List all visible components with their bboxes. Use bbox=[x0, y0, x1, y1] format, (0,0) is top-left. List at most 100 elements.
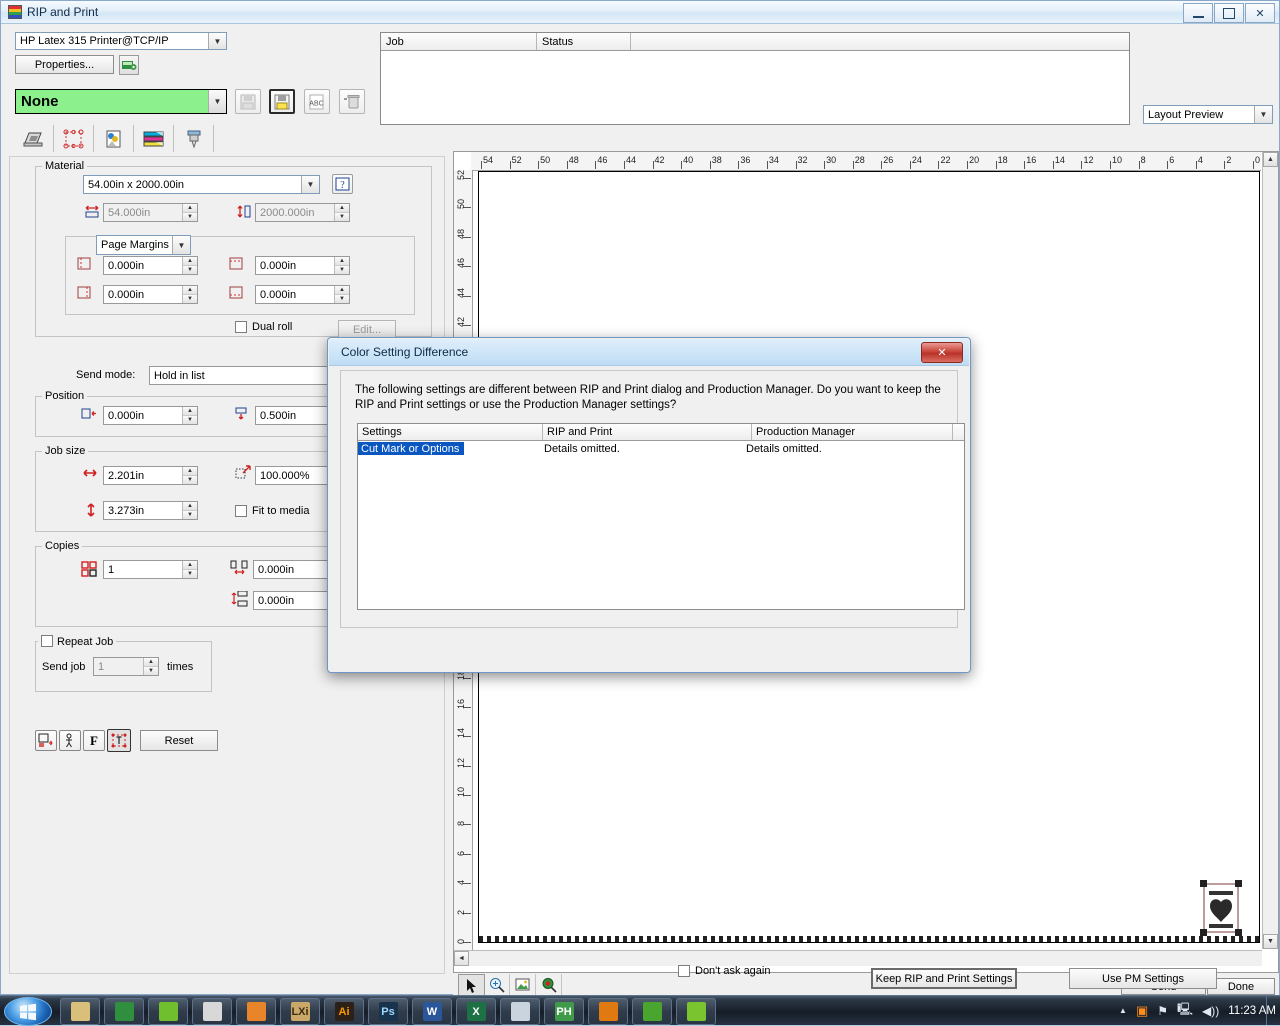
done-button[interactable]: Done bbox=[1207, 978, 1275, 995]
column-status[interactable]: Status bbox=[537, 33, 631, 50]
show-desktop-button[interactable] bbox=[1266, 996, 1276, 1025]
repeat-job-checkbox[interactable] bbox=[41, 635, 53, 647]
job-width-field[interactable]: 2.201in ▲ ▼ bbox=[103, 466, 198, 485]
media-width-field[interactable]: 54.000in ▲ ▼ bbox=[103, 203, 198, 222]
margin-right-stepper[interactable]: ▲ ▼ bbox=[182, 286, 197, 303]
font-tool-icon[interactable]: F bbox=[83, 730, 105, 751]
chevron-down-icon[interactable]: ▼ bbox=[172, 236, 190, 254]
column-rip-and-print[interactable]: RIP and Print bbox=[543, 424, 752, 440]
restore-button[interactable] bbox=[1214, 3, 1244, 23]
column-blank[interactable] bbox=[953, 424, 964, 440]
chevron-down-icon[interactable]: ▼ bbox=[208, 33, 226, 49]
job-height-field[interactable]: 3.273in ▲ ▼ bbox=[103, 501, 198, 520]
printer-select[interactable]: HP Latex 315 Printer@TCP/IP ▼ bbox=[15, 32, 227, 50]
taskbar-orange-star-icon[interactable] bbox=[236, 998, 276, 1025]
copies-gap-v-field[interactable]: 0.000in bbox=[253, 591, 338, 610]
copies-count-field[interactable]: 1 ▲ ▼ bbox=[103, 560, 198, 579]
column-production-manager[interactable]: Production Manager bbox=[752, 424, 953, 440]
scroll-up-icon[interactable]: ▲ bbox=[1263, 152, 1278, 167]
material-size-select[interactable]: 54.00in x 2000.00in ▼ bbox=[83, 175, 320, 194]
antivirus-tray-icon[interactable]: ▣ bbox=[1136, 1003, 1148, 1019]
copies-count-stepper[interactable]: ▲ ▼ bbox=[182, 561, 197, 578]
taskbar-illustrator-icon[interactable]: Ai bbox=[324, 998, 364, 1025]
media-width-stepper[interactable]: ▲ ▼ bbox=[182, 204, 197, 221]
taskbar-calculator-icon[interactable] bbox=[500, 998, 540, 1025]
job-height-stepper[interactable]: ▲ ▼ bbox=[182, 502, 197, 519]
margins-mode-select[interactable]: Page Margins ▼ bbox=[96, 235, 191, 255]
tab-general[interactable] bbox=[15, 125, 54, 152]
mannequin-tool-icon[interactable] bbox=[59, 730, 81, 751]
dont-ask-again-checkbox[interactable]: Don't ask again bbox=[678, 965, 770, 977]
margin-bottom-field[interactable]: 0.000in ▲ ▼ bbox=[255, 285, 350, 304]
media-height-stepper[interactable]: ▲ ▼ bbox=[334, 204, 349, 221]
nest-tool-icon[interactable] bbox=[35, 730, 57, 751]
taskbar-green-leaf-icon[interactable] bbox=[676, 998, 716, 1025]
job-width-stepper[interactable]: ▲ ▼ bbox=[182, 467, 197, 484]
zoom-in-tool-icon[interactable] bbox=[484, 974, 510, 995]
table-row[interactable]: Cut Mark or Options Details omitted. Det… bbox=[358, 441, 964, 456]
margin-left-stepper[interactable]: ▲ ▼ bbox=[182, 257, 197, 274]
margin-bottom-stepper[interactable]: ▲ ▼ bbox=[334, 286, 349, 303]
preset-select[interactable]: None ▼ bbox=[15, 89, 227, 114]
job-list[interactable]: Job Status bbox=[380, 32, 1130, 125]
margin-top-stepper[interactable]: ▲ ▼ bbox=[334, 257, 349, 274]
tab-color[interactable] bbox=[95, 125, 134, 152]
close-button[interactable]: ✕ bbox=[1245, 3, 1275, 23]
tab-marks[interactable] bbox=[55, 125, 94, 152]
heart-artwork-thumbnail[interactable] bbox=[1200, 880, 1242, 936]
network-tray-icon[interactable]: 🖳 bbox=[1177, 1000, 1193, 1021]
taskbar-orange-circle-icon[interactable] bbox=[588, 998, 628, 1025]
use-pm-settings-button[interactable]: Use PM Settings bbox=[1069, 968, 1217, 989]
taskbar-chrome-icon[interactable] bbox=[104, 998, 144, 1025]
copies-gap-h-field[interactable]: 0.000in bbox=[253, 560, 338, 579]
taskbar-green-app-icon[interactable] bbox=[148, 998, 188, 1025]
start-orb-icon[interactable] bbox=[4, 997, 52, 1026]
margin-right-field[interactable]: 0.000in ▲ ▼ bbox=[103, 285, 198, 304]
column-job[interactable]: Job bbox=[381, 33, 537, 50]
taskbar-photoshop-icon[interactable]: Ps bbox=[368, 998, 408, 1025]
scroll-left-icon[interactable]: ◄ bbox=[454, 951, 469, 966]
send-job-times-field[interactable]: 1 ▲ ▼ bbox=[93, 657, 159, 676]
chevron-down-icon[interactable]: ▼ bbox=[208, 90, 226, 113]
preview-horizontal-scrollbar[interactable]: ◄ bbox=[454, 950, 1262, 966]
delete-preset-icon[interactable] bbox=[339, 89, 365, 114]
chevron-down-icon[interactable]: ▼ bbox=[1254, 106, 1272, 123]
scroll-down-icon[interactable]: ▼ bbox=[1263, 934, 1278, 949]
volume-tray-icon[interactable]: ◀)) bbox=[1202, 1004, 1219, 1018]
send-mode-select[interactable]: Hold in list bbox=[149, 366, 349, 385]
dialog-close-button[interactable]: ✕ bbox=[921, 342, 963, 363]
media-info-icon[interactable]: ? bbox=[332, 174, 353, 194]
preview-vertical-scrollbar[interactable]: ▲ ▼ bbox=[1262, 152, 1278, 949]
reset-button[interactable]: Reset bbox=[140, 730, 218, 751]
fit-image-tool-icon[interactable] bbox=[510, 974, 536, 995]
transform-tool-icon[interactable] bbox=[107, 729, 131, 752]
taskbar-ph-icon[interactable]: PH bbox=[544, 998, 584, 1025]
rename-preset-icon[interactable]: ABC bbox=[304, 89, 330, 114]
chevron-down-icon[interactable]: ▼ bbox=[301, 176, 319, 193]
properties-button[interactable]: Properties... bbox=[15, 55, 114, 74]
margin-left-field[interactable]: 0.000in ▲ ▼ bbox=[103, 256, 198, 275]
preview-mode-select[interactable]: Layout Preview ▼ bbox=[1143, 105, 1273, 124]
column-blank[interactable] bbox=[631, 33, 1129, 50]
tab-ink[interactable] bbox=[135, 125, 174, 152]
flag-action-center-icon[interactable]: ⚑ bbox=[1157, 1004, 1168, 1018]
taskbar-gear-app-icon[interactable] bbox=[632, 998, 672, 1025]
position-x-stepper[interactable]: ▲ ▼ bbox=[182, 407, 197, 424]
taskbar-word-icon[interactable]: W bbox=[412, 998, 452, 1025]
position-x-field[interactable]: 0.000in ▲ ▼ bbox=[103, 406, 198, 425]
margin-top-field[interactable]: 0.000in ▲ ▼ bbox=[255, 256, 350, 275]
difference-table[interactable]: Settings RIP and Print Production Manage… bbox=[357, 423, 965, 610]
taskbar-excel-icon[interactable]: X bbox=[456, 998, 496, 1025]
save-preset-icon[interactable] bbox=[235, 89, 261, 114]
column-settings[interactable]: Settings bbox=[358, 424, 543, 440]
dual-roll-checkbox[interactable]: Dual roll bbox=[235, 321, 292, 333]
minimize-button[interactable] bbox=[1183, 3, 1213, 23]
media-height-field[interactable]: 2000.000in ▲ ▼ bbox=[255, 203, 350, 222]
taskbar-lxi-icon[interactable]: LXi bbox=[280, 998, 320, 1025]
taskbar-explorer-icon[interactable] bbox=[60, 998, 100, 1025]
save-as-preset-icon[interactable] bbox=[269, 89, 295, 114]
printer-setup-icon[interactable] bbox=[119, 55, 139, 75]
tab-cut[interactable] bbox=[175, 125, 214, 152]
send-job-times-stepper[interactable]: ▲ ▼ bbox=[143, 658, 158, 675]
fit-to-media-checkbox[interactable]: Fit to media bbox=[235, 505, 309, 517]
